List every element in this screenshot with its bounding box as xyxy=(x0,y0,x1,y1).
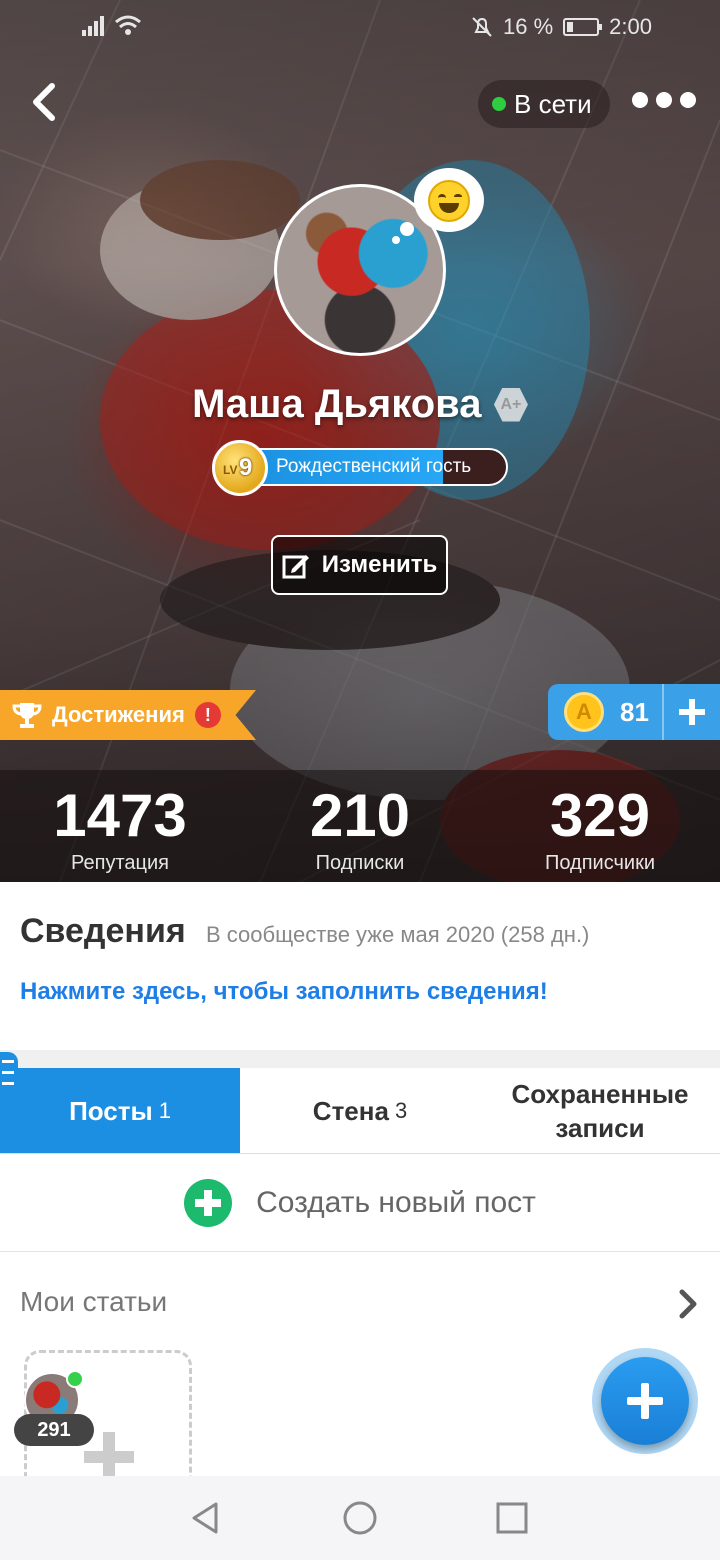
mute-notifications-icon xyxy=(472,17,492,37)
online-dot-icon xyxy=(66,1370,84,1388)
status-right: 16 % 2:00 xyxy=(471,14,652,40)
level-title: Рождественский гость xyxy=(276,456,472,477)
stat-following[interactable]: 210 Подписки xyxy=(240,770,480,882)
stat-followers[interactable]: 329 Подписчики xyxy=(480,770,720,882)
level-prefix: LV xyxy=(223,463,238,477)
mood-bubble-tail xyxy=(400,222,414,236)
tab-label: Сохраненные записи xyxy=(511,1078,689,1143)
profile-cover xyxy=(0,0,720,882)
tab-count: 3 xyxy=(394,1097,408,1123)
edit-label: Изменить xyxy=(321,551,438,578)
stat-label: Подписчики xyxy=(544,852,656,874)
back-arrow-icon[interactable] xyxy=(24,80,68,124)
nav-home-icon[interactable] xyxy=(342,1500,378,1536)
online-status: В сети xyxy=(478,80,610,128)
profile-name-row: Маша Дьякова A+ xyxy=(0,382,720,427)
curator-badge-icon[interactable]: A+ xyxy=(493,387,528,422)
my-articles-title[interactable]: Мои статьи xyxy=(20,1286,167,1318)
member-since: В сообществе уже мая 2020 (258 дн.) xyxy=(206,922,590,947)
about-title: Сведения xyxy=(20,912,186,950)
achievements-label: Достижения xyxy=(52,702,185,727)
stat-value: 1473 xyxy=(53,782,187,849)
section-divider xyxy=(0,1050,720,1068)
stat-reputation[interactable]: 1473 Репутация xyxy=(0,770,240,882)
about-section: Сведения В сообществе уже мая 2020 (258 … xyxy=(0,882,720,1050)
cover-shade xyxy=(0,0,720,882)
article-count-badge: 291 xyxy=(14,1414,94,1446)
level-number: 9 xyxy=(239,454,253,481)
battery-icon xyxy=(563,18,603,36)
plus-icon xyxy=(601,1357,689,1445)
side-menu-icon[interactable] xyxy=(0,1052,18,1102)
stat-label: Репутация xyxy=(71,852,169,874)
more-menu-icon[interactable] xyxy=(632,92,696,108)
level-progress-bar[interactable]: Рождественский гость xyxy=(232,448,508,486)
profile-tabs: Посты 1 Стена 3 Сохраненные записи xyxy=(0,1068,720,1154)
stat-label: Подписки xyxy=(315,852,405,874)
status-left xyxy=(82,14,142,36)
chevron-right-icon[interactable] xyxy=(676,1286,702,1322)
nav-recents-icon[interactable] xyxy=(494,1500,530,1536)
status-bar: 16 % 2:00 xyxy=(0,0,720,56)
nav-back-icon[interactable] xyxy=(188,1500,224,1536)
create-post-button[interactable]: Создать новый пост xyxy=(0,1154,720,1252)
edit-icon xyxy=(282,555,309,579)
stat-value: 329 xyxy=(549,782,651,849)
stat-value: 210 xyxy=(309,782,411,849)
profile-name: Маша Дьякова xyxy=(192,382,482,426)
coin-balance: 81 xyxy=(620,696,649,727)
online-label: В сети xyxy=(514,88,592,119)
trophy-icon xyxy=(12,703,42,728)
create-post-label: Создать новый пост xyxy=(256,1185,536,1219)
tab-count: 1 xyxy=(158,1097,171,1123)
clock: 2:00 xyxy=(609,14,652,39)
add-circle-icon xyxy=(184,1178,233,1227)
level-badge[interactable]: LV 9 xyxy=(212,440,268,496)
coins-wallet[interactable]: A 81 xyxy=(548,684,720,740)
fill-about-link[interactable]: Нажмите здесь, чтобы заполнить сведения! xyxy=(20,978,548,1006)
alert-icon: ! xyxy=(194,702,221,728)
add-coins-button[interactable] xyxy=(662,684,720,740)
online-dot-icon xyxy=(492,97,506,111)
signal-icon xyxy=(82,16,104,36)
plus-icon xyxy=(84,1432,134,1482)
mood-bubble-tail-small xyxy=(392,236,400,244)
mood-icon[interactable] xyxy=(414,168,484,232)
plus-icon xyxy=(679,699,705,725)
battery-percent: 16 % xyxy=(503,14,554,39)
coin-icon: A xyxy=(564,692,604,732)
achievements-button[interactable]: Достижения ! xyxy=(0,690,256,740)
tab-wall[interactable]: Стена 3 xyxy=(240,1068,480,1153)
profile-stats: 1473 Репутация 210 Подписки 329 Подписчи… xyxy=(0,770,720,882)
edit-profile-button[interactable]: Изменить xyxy=(271,535,448,595)
wifi-icon xyxy=(115,15,141,35)
tab-label: Стена xyxy=(312,1095,389,1126)
tab-saved[interactable]: Сохраненные записи xyxy=(480,1068,720,1153)
compose-fab-button[interactable] xyxy=(592,1348,698,1454)
system-nav-bar xyxy=(0,1476,720,1560)
tab-label: Посты xyxy=(69,1095,153,1126)
tab-posts[interactable]: Посты 1 xyxy=(0,1068,240,1153)
